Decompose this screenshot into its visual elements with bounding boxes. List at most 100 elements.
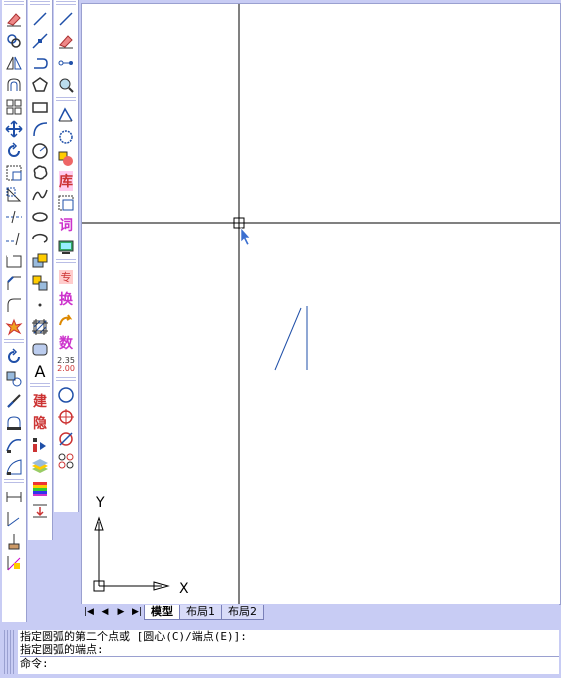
word-icon[interactable]: 词 [55,214,77,236]
toolbar-grip[interactable] [30,383,50,389]
extend-icon[interactable] [3,228,25,250]
circle-dash-icon[interactable] [55,126,77,148]
eraser2-icon[interactable] [55,30,77,52]
trim-icon[interactable] [3,206,25,228]
tab-layout1[interactable]: 布局1 [179,604,222,620]
swap-icon[interactable]: 换 [55,288,77,310]
move-icon[interactable] [3,118,25,140]
line-icon[interactable] [29,8,51,30]
polygon-icon[interactable] [29,74,51,96]
break-icon[interactable] [3,250,25,272]
command-line: 指定圆弧的端点: [20,643,104,656]
drawing-canvas[interactable]: Y X [81,3,561,605]
snap-icon[interactable] [55,52,77,74]
toolbar-grip[interactable] [56,259,76,265]
edit-polyline-icon[interactable] [3,412,25,434]
cad-window: A 建 隐 库 词 专 换 数 2.35 2.00 Y X |◀ ◀ ▶ ▶| … [0,0,561,678]
ucs-x-label: X [179,581,189,597]
layout-tabs: |◀ ◀ ▶ ▶| 模型 布局1 布局2 [81,604,559,620]
mirror-icon[interactable] [3,52,25,74]
tab-nav-next[interactable]: ▶ [113,605,129,619]
tab-nav-prev[interactable]: ◀ [97,605,113,619]
dim-style-icon[interactable] [3,552,25,574]
toolbar-grip[interactable] [56,1,76,7]
cross-circle-icon[interactable] [55,428,77,450]
revcloud-icon[interactable] [29,162,51,184]
circle2-icon[interactable] [55,384,77,406]
ellipse-arc-icon[interactable] [29,228,51,250]
scale-icon[interactable] [3,162,25,184]
aligned-dim-icon[interactable] [3,508,25,530]
layer-icon[interactable] [29,434,51,456]
layer-state-icon[interactable] [29,456,51,478]
tab-layout2[interactable]: 布局2 [221,604,264,620]
arrow-icon[interactable] [55,310,77,332]
build-icon[interactable]: 建 [29,390,51,412]
convert-icon[interactable]: 专 [55,266,77,288]
arc-icon[interactable] [29,118,51,140]
hide-icon[interactable]: 隐 [29,412,51,434]
edit-spline-icon[interactable] [3,434,25,456]
erase-icon[interactable] [3,8,25,30]
linear-dim-icon[interactable] [3,486,25,508]
toolbar-grip[interactable] [30,1,50,7]
toolbar-grip[interactable] [4,339,24,345]
hatch-icon[interactable] [29,316,51,338]
edit-hatch-icon[interactable] [3,456,25,478]
command-history[interactable]: 指定圆弧的第二个点或 [圆心(C)/端点(E)]: 指定圆弧的端点: 命令: [18,630,559,674]
target-icon[interactable] [55,406,77,428]
undo-icon[interactable] [3,346,25,368]
ordinate-dim-icon[interactable] [3,530,25,552]
canvas-svg: Y X [82,4,560,604]
tab-nav-first[interactable]: |◀ [81,605,97,619]
fillet-icon[interactable] [3,294,25,316]
line2-icon[interactable] [55,8,77,30]
insert-block-icon[interactable] [29,250,51,272]
toolbar-grip[interactable] [56,97,76,103]
number-icon[interactable]: 数 [55,332,77,354]
polyline-icon[interactable] [29,52,51,74]
ray-icon[interactable] [29,30,51,52]
frame-icon[interactable] [55,192,77,214]
offset-icon[interactable] [3,74,25,96]
match-icon[interactable] [3,390,25,412]
rectangle-icon[interactable] [29,96,51,118]
point-icon[interactable] [29,294,51,316]
tab-nav-last[interactable]: ▶| [129,605,145,619]
svg-text:专: 专 [61,270,72,284]
command-grip[interactable] [4,630,14,674]
library-icon[interactable]: 库 [55,170,77,192]
command-line: 指定圆弧的第二个点或 [圆心(C)/端点(E)]: [20,630,247,643]
zoom-icon[interactable] [55,74,77,96]
text-icon[interactable]: A [29,360,51,382]
toolbar-grip[interactable] [4,1,24,7]
ellipse-icon[interactable] [29,206,51,228]
tab-model[interactable]: 模型 [144,604,180,620]
scale-num-icon[interactable]: 2.35 2.00 [55,354,77,376]
circle-icon[interactable] [29,140,51,162]
spline-icon[interactable] [29,184,51,206]
toolbar-grip[interactable] [56,377,76,383]
dimension-icon[interactable] [29,500,51,522]
group-icon[interactable] [55,450,77,472]
chamfer-icon[interactable] [3,272,25,294]
block-lib-icon[interactable] [55,148,77,170]
explode-icon[interactable] [3,316,25,338]
command-prompt[interactable]: 命令: [20,656,559,670]
drawn-arc [274,307,302,371]
toolbar-modify [2,0,27,622]
color-icon[interactable] [29,478,51,500]
stretch-icon[interactable] [3,184,25,206]
rotate-icon[interactable] [3,140,25,162]
copy-icon[interactable] [3,30,25,52]
screen-icon[interactable] [55,236,77,258]
toolbar-draw: A 建 隐 [28,0,53,540]
toolbar-tools: 库 词 专 换 数 2.35 2.00 [54,0,79,512]
polygon2-icon[interactable] [55,104,77,126]
make-block-icon[interactable] [29,272,51,294]
array-icon[interactable] [3,96,25,118]
properties-icon[interactable] [3,368,25,390]
region-icon[interactable] [29,338,51,360]
command-window: 指定圆弧的第二个点或 [圆心(C)/端点(E)]: 指定圆弧的端点: 命令: [2,626,559,676]
toolbar-grip[interactable] [4,479,24,485]
